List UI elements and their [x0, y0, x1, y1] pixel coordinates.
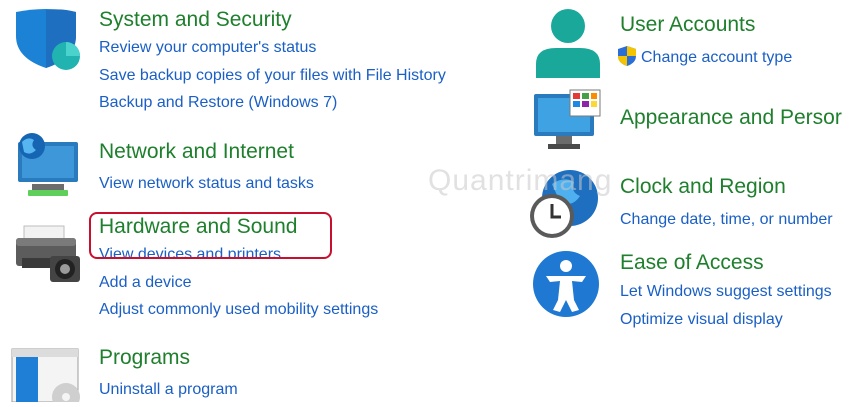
add-device-link[interactable]: Add a device: [99, 273, 192, 293]
programs-title[interactable]: Programs: [99, 345, 190, 371]
appearance-title[interactable]: Appearance and Persor: [620, 105, 842, 131]
user-icon: [532, 6, 604, 83]
review-status-link[interactable]: Review your computer's status: [99, 38, 316, 58]
network-monitor-icon: [10, 132, 82, 207]
network-status-link[interactable]: View network status and tasks: [99, 174, 314, 194]
ease-of-access-icon: [530, 248, 602, 325]
optimize-display-link[interactable]: Optimize visual display: [620, 310, 783, 330]
user-accounts-title[interactable]: User Accounts: [620, 12, 755, 38]
clock-region-title[interactable]: Clock and Region: [620, 174, 786, 200]
uninstall-link[interactable]: Uninstall a program: [99, 380, 238, 400]
file-history-link[interactable]: Save backup copies of your files with Fi…: [99, 66, 446, 86]
suggest-settings-link[interactable]: Let Windows suggest settings: [620, 282, 832, 302]
change-account-type-link[interactable]: Change account type: [641, 48, 792, 68]
printer-icon: [10, 222, 82, 297]
network-title[interactable]: Network and Internet: [99, 139, 294, 165]
change-date-link[interactable]: Change date, time, or number: [620, 210, 833, 230]
ease-of-access-title[interactable]: Ease of Access: [620, 250, 764, 276]
uac-shield-icon: [616, 45, 638, 72]
watermark: Quantrimang: [428, 164, 613, 197]
appearance-monitor-icon: [530, 88, 604, 157]
backup-restore-link[interactable]: Backup and Restore (Windows 7): [99, 93, 337, 113]
system-security-title[interactable]: System and Security: [99, 7, 292, 33]
shield-icon: [10, 8, 82, 75]
programs-icon: [8, 345, 82, 407]
highlight-box: [89, 212, 332, 259]
mobility-settings-link[interactable]: Adjust commonly used mobility settings: [99, 300, 378, 320]
